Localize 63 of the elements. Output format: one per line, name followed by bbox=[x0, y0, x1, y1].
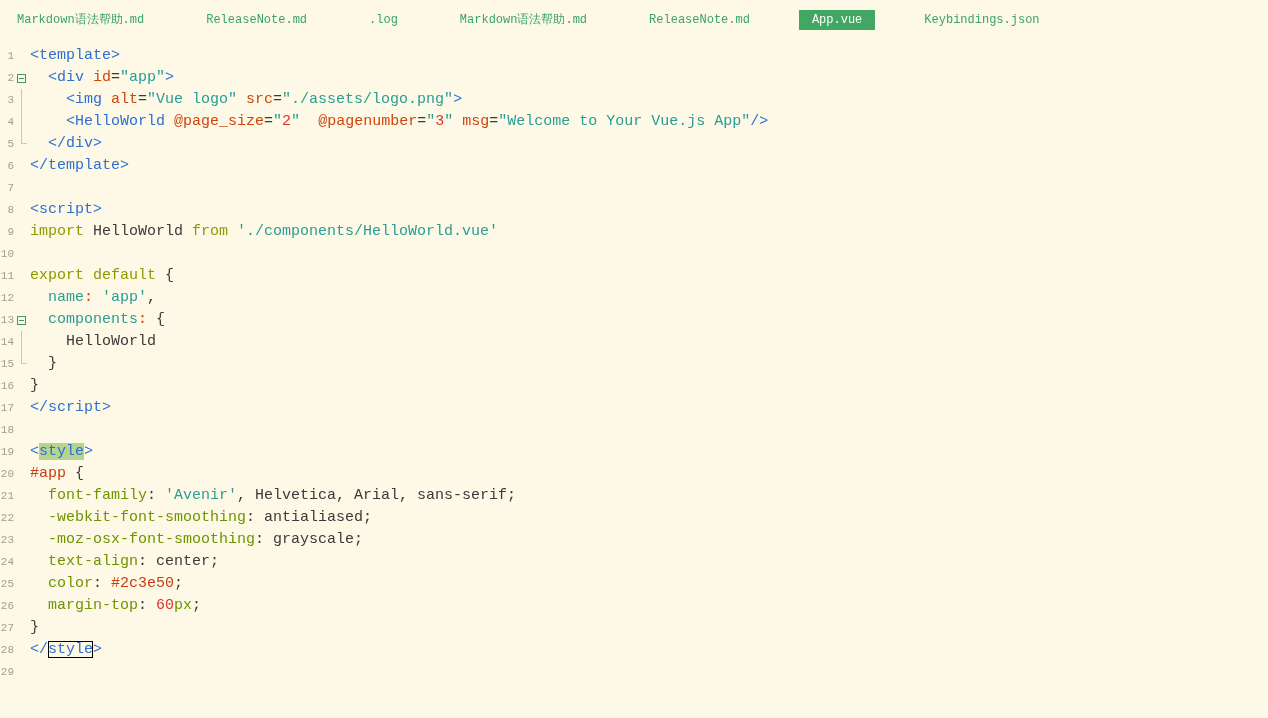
line-number: 2 bbox=[6, 70, 14, 86]
line-number: 19 bbox=[0, 444, 14, 460]
line-number: 16 bbox=[0, 378, 14, 394]
code-line: </div> bbox=[47, 134, 102, 154]
code-line: name: 'app', bbox=[47, 288, 157, 308]
line-number: 9 bbox=[6, 224, 14, 240]
file-tab[interactable]: ReleaseNote.md bbox=[636, 9, 763, 30]
code-line: <div id="app"> bbox=[47, 68, 175, 88]
line-number: 6 bbox=[6, 158, 14, 174]
line-number: 28 bbox=[0, 642, 14, 658]
line-number: 3 bbox=[6, 92, 14, 108]
code-line: <img alt="Vue logo" src="./assets/logo.png"> bbox=[65, 90, 463, 110]
line-number: 23 bbox=[0, 532, 14, 548]
code-line: <style> bbox=[30, 442, 94, 462]
line-number: 8 bbox=[6, 202, 14, 218]
line-number: 11 bbox=[0, 268, 14, 284]
code-line: margin-top: 60px; bbox=[47, 596, 202, 616]
code-line: <template> bbox=[30, 46, 120, 66]
file-tab[interactable]: .log bbox=[356, 9, 411, 30]
code-line: } bbox=[30, 376, 39, 396]
collapse-icon[interactable] bbox=[17, 315, 26, 325]
line-number: 24 bbox=[0, 554, 14, 570]
code-line: components: { bbox=[47, 310, 166, 330]
file-tab[interactable]: Keybindings.json bbox=[911, 9, 1053, 30]
line-number: 29 bbox=[0, 664, 14, 680]
line-number: 25 bbox=[0, 576, 14, 592]
line-number: 13 bbox=[0, 312, 14, 328]
code-line: export default { bbox=[30, 266, 175, 286]
file-tab[interactable]: App.vue bbox=[798, 9, 876, 30]
code-line: </style> bbox=[30, 640, 103, 660]
line-number: 7 bbox=[6, 180, 14, 196]
code-line: import HelloWorld from './components/HelloWorld.vue' bbox=[30, 222, 499, 242]
code-line: </template> bbox=[30, 156, 130, 176]
code-line: </script> bbox=[30, 398, 111, 418]
line-number: 14 bbox=[0, 334, 14, 350]
line-number: 12 bbox=[0, 290, 14, 306]
line-number: 18 bbox=[0, 422, 14, 438]
code-line: -moz-osx-font-smoothing: grayscale; bbox=[47, 530, 364, 550]
line-number: 15 bbox=[0, 356, 14, 372]
code-line: text-align: center; bbox=[47, 552, 220, 572]
code-line: color: #2c3e50; bbox=[47, 574, 184, 594]
collapse-icon[interactable] bbox=[17, 73, 26, 83]
code-line: } bbox=[30, 618, 39, 638]
line-number: 21 bbox=[0, 488, 14, 504]
line-number: 10 bbox=[0, 246, 14, 262]
code-line: <HelloWorld @page_size="2" @pagenumber="3" msg="Welcome to Your Vue.js App"/> bbox=[65, 112, 769, 132]
line-number: 17 bbox=[0, 400, 14, 416]
line-number: 4 bbox=[6, 114, 14, 130]
line-number: 5 bbox=[6, 136, 14, 152]
file-tab[interactable]: Markdown语法帮助.md bbox=[4, 9, 158, 30]
line-number: 1 bbox=[6, 48, 14, 64]
code-line: <script> bbox=[30, 200, 102, 220]
code-line: #app { bbox=[30, 464, 85, 484]
file-tab[interactable]: Markdown语法帮助.md bbox=[446, 9, 601, 30]
code-line: font-family: 'Avenir', Helvetica, Arial, sans-serif; bbox=[47, 486, 517, 506]
file-tab[interactable]: ReleaseNote.md bbox=[193, 9, 321, 30]
line-number: 20 bbox=[0, 466, 14, 482]
code-line: } bbox=[47, 354, 57, 374]
code-line: HelloWorld bbox=[65, 332, 157, 352]
line-number: 26 bbox=[0, 598, 14, 614]
code-line: -webkit-font-smoothing: antialiased; bbox=[47, 508, 373, 528]
line-number: 22 bbox=[0, 510, 14, 526]
line-number: 27 bbox=[0, 620, 14, 636]
